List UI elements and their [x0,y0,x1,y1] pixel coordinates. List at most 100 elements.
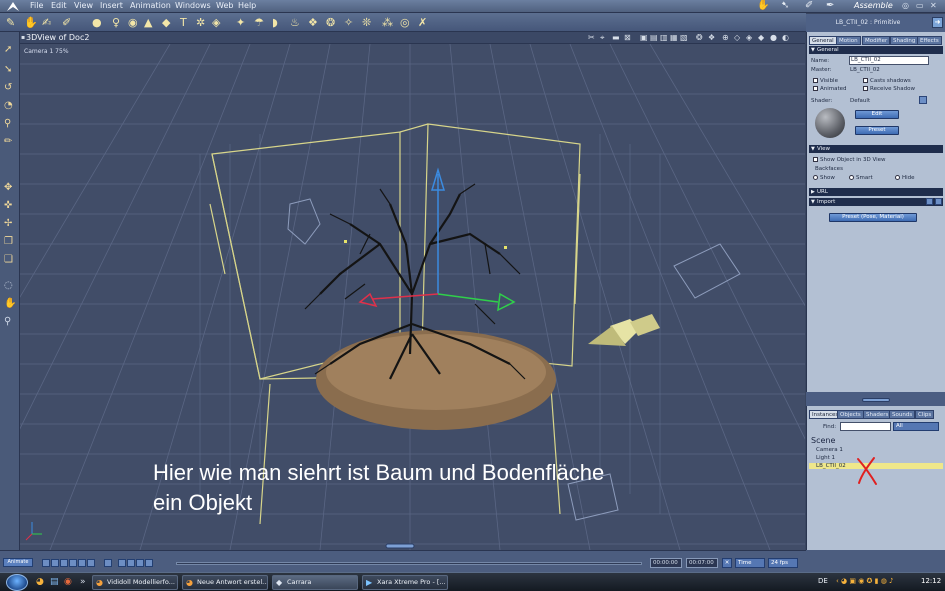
find-input[interactable] [840,422,891,431]
start-button[interactable] [6,574,28,591]
current-time-field[interactable]: 00:00:00 [650,558,682,568]
rotate-tool-icon[interactable]: ↺ [4,82,12,93]
tab-objects[interactable]: Objects [837,410,864,419]
prev-key-button[interactable] [51,559,59,567]
scale-tool-icon[interactable]: ◔ [4,100,13,111]
orbit-icon[interactable]: ◌ [4,280,13,291]
shade-smooth-icon[interactable]: ● [770,33,777,42]
view-layout-4-icon[interactable]: ▦ [670,33,678,42]
shade-flat-icon[interactable]: ◆ [758,33,764,42]
keyframe-button[interactable] [145,559,153,567]
menu-view[interactable]: View [74,1,93,10]
tab-general[interactable]: General [809,36,837,45]
bulb-icon[interactable]: ◗ [272,16,278,29]
filter-select[interactable]: All [893,422,939,431]
metaball-icon[interactable]: ❂ [326,16,335,29]
tab-modifier[interactable]: Modifier [862,36,891,45]
fps-select[interactable]: 24 fps [768,558,798,568]
menu-insert[interactable]: Insert [100,1,123,10]
record-button[interactable] [127,559,135,567]
stop-button[interactable] [60,559,68,567]
hand-tool-icon[interactable]: ✋ [24,16,38,29]
room-render-icon[interactable]: ✒ [826,0,834,11]
view-section-header[interactable]: ▼ View [809,145,943,153]
zoom-icon[interactable]: ⚲ [4,316,11,327]
tab-sounds[interactable]: Sounds [889,410,916,419]
tab-shading[interactable]: Shading [890,36,919,45]
quicklaunch-more-icon[interactable]: » [80,577,86,587]
splitter-grip[interactable] [862,398,890,402]
name-field[interactable]: LB_CTII_02 [849,56,929,65]
menu-help[interactable]: Help [238,1,256,10]
go-start-button[interactable] [42,559,50,567]
window-settings-icon[interactable]: ◎ [902,1,909,10]
receive-shadow-checkbox[interactable]: Receive Shadow [863,86,915,92]
light-icon[interactable]: ✦ [236,16,245,29]
menu-web[interactable]: Web [216,1,233,10]
view-frame-icon[interactable]: ❖ [708,33,715,42]
import-section-header[interactable]: ▼ Import [809,198,943,206]
select-tool-icon[interactable]: ➚ [4,44,12,55]
minimize-icon[interactable]: ▭ [916,1,924,10]
menu-edit[interactable]: Edit [51,1,67,10]
edit-shader-button[interactable]: Edit [855,110,899,119]
room-model-icon[interactable]: ➷ [781,0,789,11]
sphere-primitive-icon[interactable]: ● [92,16,102,29]
time-close-icon[interactable]: ✕ [722,558,732,568]
view-preview-icon[interactable]: ⊕ [722,33,729,42]
play-button[interactable] [69,559,77,567]
view-layout-1-icon[interactable]: ▣ [640,33,648,42]
go-end-button[interactable] [87,559,95,567]
tray-icons[interactable]: ‹ ◕ ▣ ◉ ✪ ▮ ◍ ♪ [836,577,894,585]
import-preset-button[interactable]: Preset (Pose, Material) [829,213,917,222]
particles-icon[interactable]: ❊ [362,16,371,29]
browser-icon[interactable]: ◉ [64,577,72,587]
pan-hand-icon[interactable]: ✋ [4,298,16,309]
time-scrubber[interactable] [176,562,642,565]
next-key-button[interactable] [78,559,86,567]
spotlight-icon[interactable]: ☂ [254,16,264,29]
room-storyboard-icon[interactable]: ✐ [805,0,813,11]
bank-icon[interactable]: ❏ [4,254,13,265]
preset-button[interactable]: Preset [855,126,899,135]
view-grid-toggle-icon[interactable]: ▬ [612,33,620,42]
move-tool-icon[interactable]: ➘ [4,64,12,75]
show-desktop-icon[interactable]: ▤ [50,577,59,587]
spline-icon[interactable]: ✧ [344,16,353,29]
panel-splitter[interactable] [806,392,945,406]
group-icon[interactable]: ⁂ [382,16,393,29]
paint-tool-icon[interactable]: ✏ [4,136,12,147]
camera-icon[interactable]: ♨ [290,16,300,29]
view-measure-icon[interactable]: ⌖ [600,33,605,43]
taskbar-item-vididoll[interactable]: ◕ Vididoll Modellierfo... [92,575,178,590]
backfaces-smart-radio[interactable]: Smart [849,175,873,181]
link-tool-icon[interactable]: ⚲ [4,118,11,129]
end-time-field[interactable]: 00:07:00 [686,558,718,568]
general-section-header[interactable]: ▼ General [809,46,943,54]
move-z-icon[interactable]: ✜ [4,200,12,211]
properties-expand-button[interactable]: ➜ [932,17,943,28]
scene-item-camera[interactable]: Camera 1 [816,447,843,453]
menu-animation[interactable]: Animation [130,1,171,10]
move-xy-icon[interactable]: ✥ [4,182,12,193]
shade-bbox-icon[interactable]: ◇ [734,33,740,42]
import-add-button[interactable] [926,198,933,205]
view-fit-icon[interactable]: ❂ [696,33,703,42]
terrain-icon[interactable]: ▲ [144,16,152,29]
shader-menu-button[interactable] [919,96,927,104]
view-camera-icon[interactable]: ⊠ [624,33,631,42]
language-indicator[interactable]: DE [818,577,828,585]
cube-icon[interactable]: ◆ [162,16,170,29]
casts-shadows-checkbox[interactable]: Casts shadows [863,78,911,84]
prev-frame-button[interactable] [118,559,126,567]
taskbar-item-carrara[interactable]: ◆ Carrara [272,575,358,590]
visible-checkbox[interactable]: Visible [813,78,838,84]
scene-item-light[interactable]: Light 1 [816,455,835,461]
taskbar-item-neue-antwort[interactable]: ◕ Neue Antwort erstel... [182,575,268,590]
close-icon[interactable]: ✕ [930,1,937,10]
pencil-tool-icon[interactable]: ✎ [6,16,15,29]
tab-effects[interactable]: Effects [917,36,942,45]
time-mode-select[interactable]: Time [735,558,765,568]
figure-icon[interactable]: ♀ [112,16,120,29]
dolly-icon[interactable]: ✢ [4,218,12,229]
